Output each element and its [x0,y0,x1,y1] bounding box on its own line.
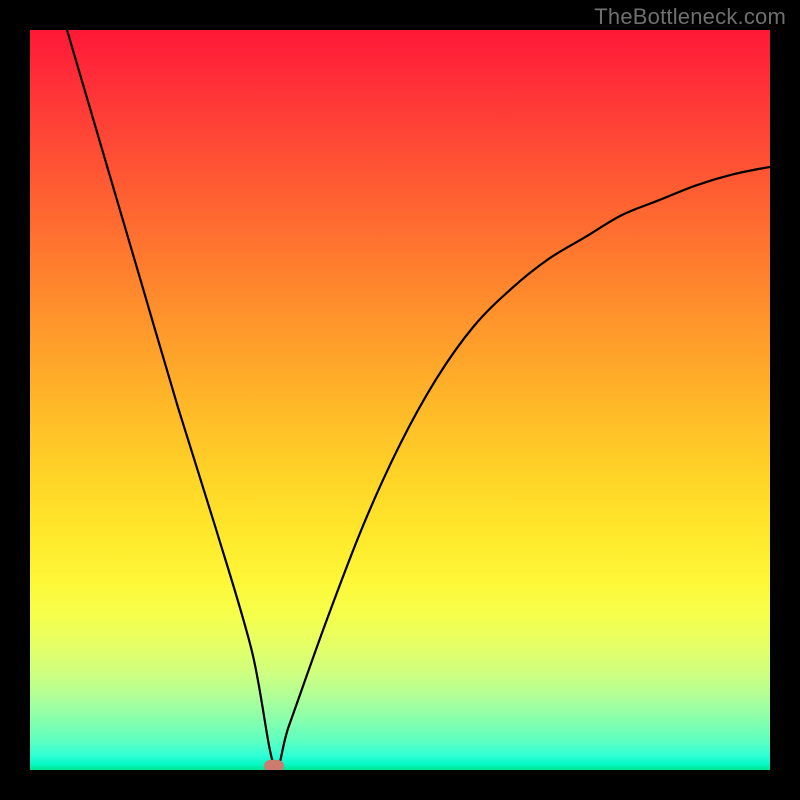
watermark-text: TheBottleneck.com [594,4,786,30]
plot-area [30,30,770,770]
chart-frame: TheBottleneck.com [0,0,800,800]
bottleneck-curve [30,30,770,770]
optimal-point-marker [264,760,284,770]
